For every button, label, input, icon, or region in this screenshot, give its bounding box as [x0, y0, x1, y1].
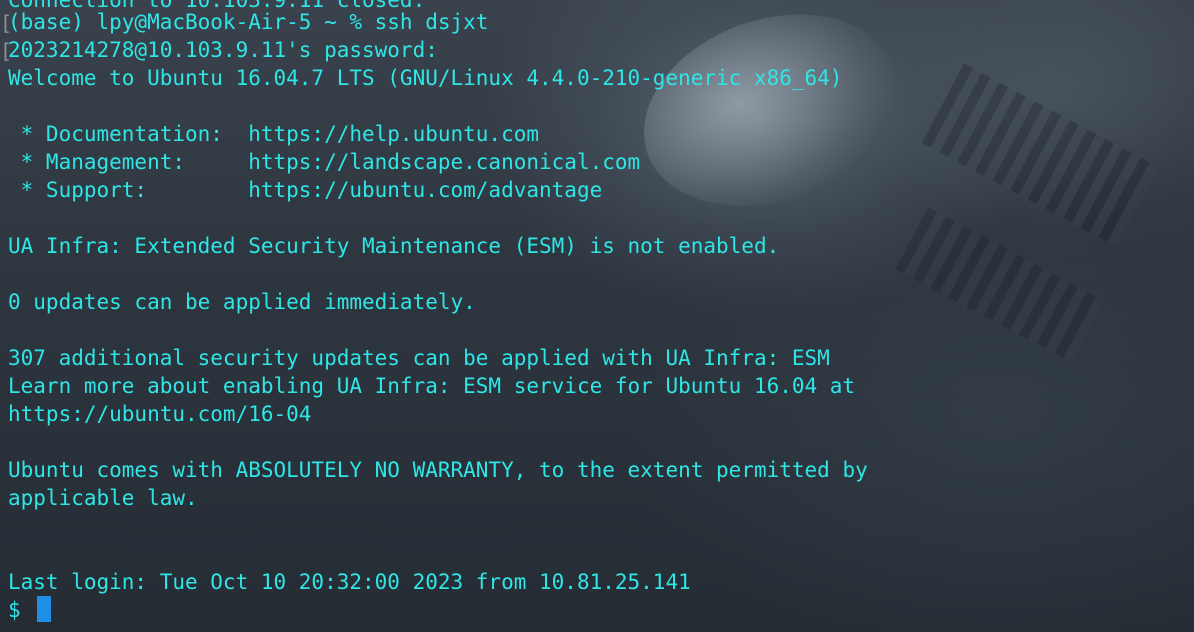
terminal-line: UA Infra: Extended Security Maintenance …: [8, 234, 780, 258]
terminal-line: Last login: Tue Oct 10 20:32:00 2023 fro…: [8, 570, 691, 594]
terminal-line: * Management: https://landscape.canonica…: [8, 150, 641, 174]
terminal-line: applicable law.: [8, 486, 198, 510]
text-cursor: [37, 596, 52, 622]
terminal-line: 0 updates can be applied immediately.: [8, 290, 476, 314]
shell-prompt: $: [8, 598, 34, 622]
terminal-line: 2023214278@10.103.9.11's password:: [8, 38, 438, 62]
terminal-line: * Documentation: https://help.ubuntu.com: [8, 122, 540, 146]
terminal-line: (base) lpy@MacBook-Air-5 ~ % ssh dsjxt: [8, 10, 489, 34]
terminal-line: Learn more about enabling UA Infra: ESM …: [8, 374, 856, 398]
shell-prompt-line[interactable]: $: [8, 596, 52, 624]
terminal-line: Ubuntu comes with ABSOLUTELY NO WARRANTY…: [8, 458, 868, 482]
terminal-line: https://ubuntu.com/16-04: [8, 402, 312, 426]
terminal-line: Welcome to Ubuntu 16.04.7 LTS (GNU/Linux…: [8, 66, 843, 90]
terminal-line: * Support: https://ubuntu.com/advantage: [8, 178, 603, 202]
terminal-line: 307 additional security updates can be a…: [8, 346, 830, 370]
terminal-window[interactable]: Connection to 10.103.9.11 closed. [ (bas…: [0, 0, 1194, 632]
